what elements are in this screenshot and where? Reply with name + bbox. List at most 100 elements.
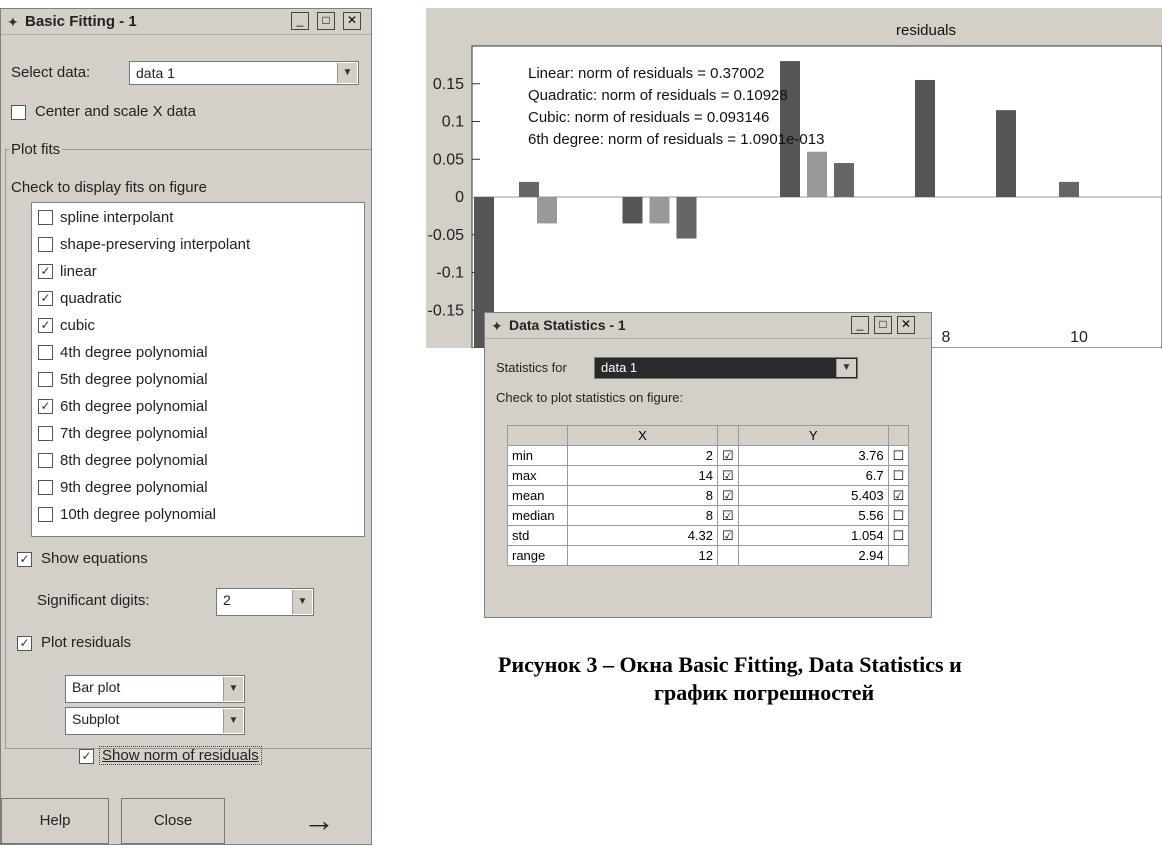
matlab-logo-icon: ✦ — [491, 318, 503, 334]
chevron-down-icon[interactable]: ▼ — [223, 677, 243, 701]
close-icon[interactable]: ✕ — [897, 316, 915, 334]
minimize-icon[interactable]: _ — [851, 316, 869, 334]
fit-option[interactable]: 4th degree polynomial — [32, 341, 364, 368]
y-tick-label: 0.15 — [433, 76, 464, 93]
statistics-table: X Ymin 2 ☑ 3.76 ☐ max 14 ☑ 6.7 ☐ mean 8 ☑ 5.403 ☑ median… — [507, 425, 910, 566]
residual-bar — [780, 61, 800, 197]
fit-option[interactable]: 7th degree polynomial — [32, 422, 364, 449]
chevron-down-icon[interactable]: ▼ — [292, 590, 312, 614]
norm-annotation: Cubic: norm of residuals = 0.093146 — [528, 109, 769, 126]
chevron-down-icon[interactable]: ▼ — [337, 63, 357, 83]
stat-name: min — [507, 445, 568, 466]
significant-digits-dropdown[interactable]: 2 ▼ — [216, 588, 314, 616]
fit-label: shape-preserving interpolant — [60, 236, 251, 253]
fit-option[interactable]: ✓ 6th degree polynomial — [32, 395, 364, 422]
close-button[interactable]: Close — [121, 798, 225, 844]
residual-bar — [537, 197, 557, 224]
minimize-icon[interactable]: _ — [291, 12, 309, 30]
norm-annotation: Linear: norm of residuals = 0.37002 — [528, 65, 764, 82]
stat-y-checkbox[interactable]: ☑ — [887, 485, 910, 506]
fit-option[interactable]: shape-preserving interpolant — [32, 233, 364, 260]
residual-plot-location-dropdown[interactable]: Subplot ▼ — [65, 707, 245, 735]
data-statistics-titlebar[interactable]: ✦ Data Statistics - 1 _ □ ✕ — [485, 313, 931, 339]
stat-y-value: 5.403 — [737, 485, 889, 506]
stat-name: median — [507, 505, 568, 526]
column-header-x: X — [567, 425, 718, 446]
stat-name: std — [507, 525, 568, 546]
residual-plot-location-value: Subplot — [72, 711, 120, 727]
fit-checkbox[interactable] — [38, 507, 53, 522]
stat-y-checkbox[interactable]: ☐ — [887, 505, 910, 526]
fit-checkbox[interactable]: ✓ — [38, 264, 53, 279]
stat-x-value: 8 — [567, 485, 718, 506]
stat-x-checkbox[interactable]: ☑ — [717, 525, 739, 546]
residual-plot-type-dropdown[interactable]: Bar plot ▼ — [65, 675, 245, 703]
stat-y-checkbox — [887, 545, 910, 566]
residuals-chart: residuals 0.15 0.1 0.05 0 -0.05 -0.1 -0.15 Lin… — [426, 8, 1162, 348]
norm-annotation: Quadratic: norm of residuals = 0.10928 — [528, 87, 788, 104]
residual-plot-type-value: Bar plot — [72, 679, 121, 695]
arrow-right-button[interactable]: → — [271, 798, 367, 844]
select-data-dropdown[interactable]: data 1 ▼ — [129, 61, 359, 85]
stat-x-value: 14 — [567, 465, 718, 486]
fit-option[interactable]: 8th degree polynomial — [32, 449, 364, 476]
stat-x-value: 8 — [567, 505, 718, 526]
fit-checkbox[interactable] — [38, 453, 53, 468]
fit-checkbox[interactable] — [38, 237, 53, 252]
fit-checkbox[interactable]: ✓ — [38, 399, 53, 414]
fit-option[interactable]: 9th degree polynomial — [32, 476, 364, 503]
fit-checkbox[interactable] — [38, 210, 53, 225]
fit-label: spline interpolant — [60, 209, 174, 226]
fit-checkbox[interactable] — [38, 426, 53, 441]
fit-label: 10th degree polynomial — [60, 506, 216, 523]
corner-cell — [507, 425, 568, 446]
stat-x-checkbox[interactable]: ☑ — [717, 505, 739, 526]
figure-caption-line1: Рисунок 3 – Окна Basic Fitting, Data Sta… — [498, 652, 962, 677]
show-norm-label: Show norm of residuals — [99, 746, 262, 765]
close-icon[interactable]: ✕ — [343, 12, 361, 30]
y-tick-label: 0.1 — [442, 114, 464, 131]
maximize-icon[interactable]: □ — [317, 12, 335, 30]
chevron-down-icon[interactable]: ▼ — [836, 359, 856, 377]
stat-x-checkbox[interactable]: ☑ — [717, 445, 739, 466]
x-tick-label: 10 — [1070, 329, 1088, 346]
fit-checkbox[interactable]: ✓ — [38, 318, 53, 333]
plot-residuals-checkbox[interactable]: ✓ — [17, 636, 32, 651]
maximize-icon[interactable]: □ — [874, 316, 892, 334]
help-button[interactable]: Help — [1, 798, 109, 844]
table-row: mean 8 ☑ 5.403 ☑ — [507, 485, 910, 506]
fit-checkbox[interactable] — [38, 372, 53, 387]
residual-bar — [915, 79, 935, 197]
stat-y-checkbox[interactable]: ☐ — [887, 465, 910, 486]
center-scale-checkbox[interactable] — [11, 105, 26, 120]
show-equations-checkbox[interactable]: ✓ — [17, 552, 32, 567]
fit-option[interactable]: spline interpolant — [32, 206, 364, 233]
chevron-down-icon[interactable]: ▼ — [223, 709, 243, 733]
show-norm-checkbox[interactable]: ✓ — [79, 749, 94, 764]
fit-option[interactable]: ✓ cubic — [32, 314, 364, 341]
fit-option[interactable]: ✓ linear — [32, 260, 364, 287]
fit-checkbox[interactable] — [38, 345, 53, 360]
arrow-right-icon: → — [303, 802, 335, 838]
norm-annotation: 6th degree: norm of residuals = 1.0901e-… — [528, 131, 824, 148]
stat-x-checkbox[interactable]: ☑ — [717, 485, 739, 506]
residual-bar — [834, 163, 854, 197]
y-tick-label: 0 — [455, 189, 464, 206]
check-display-label: Check to display fits on figure — [11, 179, 207, 196]
stat-x-value: 2 — [567, 445, 718, 466]
stat-x-checkbox — [717, 545, 739, 566]
statistics-for-dropdown[interactable]: data 1 ▼ — [594, 357, 858, 379]
stat-y-checkbox[interactable]: ☐ — [887, 445, 910, 466]
stat-x-checkbox[interactable]: ☑ — [717, 465, 739, 486]
fit-option[interactable]: 10th degree polynomial — [32, 503, 364, 530]
center-scale-label: Center and scale X data — [35, 103, 196, 120]
fit-checkbox[interactable] — [38, 480, 53, 495]
fit-checkbox[interactable]: ✓ — [38, 291, 53, 306]
basic-fitting-titlebar[interactable]: ✦ Basic Fitting - 1 _ □ ✕ — [1, 9, 371, 35]
stat-y-checkbox[interactable]: ☐ — [887, 525, 910, 546]
fit-option[interactable]: ✓ quadratic — [32, 287, 364, 314]
plot-residuals-label: Plot residuals — [41, 634, 132, 651]
fit-option[interactable]: 5th degree polynomial — [32, 368, 364, 395]
y-tick-label: -0.1 — [436, 265, 464, 282]
fit-label: 4th degree polynomial — [60, 344, 208, 361]
